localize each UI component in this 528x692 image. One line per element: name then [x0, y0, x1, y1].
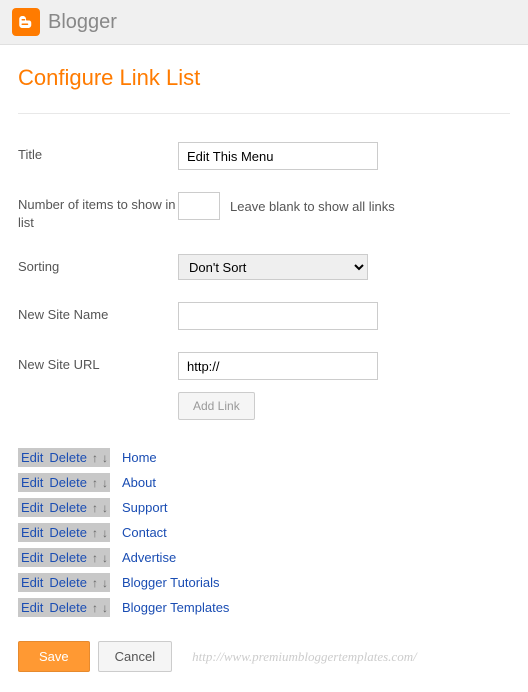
- move-down-icon[interactable]: ↓: [100, 526, 110, 540]
- edit-link[interactable]: Edit: [18, 598, 46, 617]
- app-header: Blogger: [0, 0, 528, 45]
- delete-link[interactable]: Delete: [46, 598, 90, 617]
- title-label: Title: [18, 142, 178, 164]
- move-down-icon[interactable]: ↓: [100, 501, 110, 515]
- site-name-label: New Site Name: [18, 302, 178, 324]
- link-controls: Edit Delete ↑ ↓: [18, 523, 110, 542]
- link-controls: Edit Delete ↑ ↓: [18, 573, 110, 592]
- blogger-logo-icon: [12, 8, 40, 36]
- edit-link[interactable]: Edit: [18, 448, 46, 467]
- move-up-icon[interactable]: ↑: [90, 526, 100, 540]
- delete-link[interactable]: Delete: [46, 473, 90, 492]
- link-row: Edit Delete ↑ ↓ Blogger Tutorials: [18, 573, 510, 592]
- link-row: Edit Delete ↑ ↓ About: [18, 473, 510, 492]
- site-name-input[interactable]: [178, 302, 378, 330]
- delete-link[interactable]: Delete: [46, 498, 90, 517]
- footer-actions: Save Cancel http://www.premiumbloggertem…: [18, 641, 510, 672]
- items-count-label: Number of items to show in list: [18, 192, 178, 232]
- move-up-icon[interactable]: ↑: [90, 601, 100, 615]
- sorting-select[interactable]: Don't Sort: [178, 254, 368, 280]
- link-controls: Edit Delete ↑ ↓: [18, 448, 110, 467]
- items-count-input[interactable]: [178, 192, 220, 220]
- link-row: Edit Delete ↑ ↓ Advertise: [18, 548, 510, 567]
- move-down-icon[interactable]: ↓: [100, 451, 110, 465]
- links-list: Edit Delete ↑ ↓HomeEdit Delete ↑ ↓AboutE…: [18, 448, 510, 617]
- edit-link[interactable]: Edit: [18, 473, 46, 492]
- edit-link[interactable]: Edit: [18, 523, 46, 542]
- save-button[interactable]: Save: [18, 641, 90, 672]
- move-up-icon[interactable]: ↑: [90, 451, 100, 465]
- link-controls: Edit Delete ↑ ↓: [18, 498, 110, 517]
- move-up-icon[interactable]: ↑: [90, 501, 100, 515]
- cancel-button[interactable]: Cancel: [98, 641, 172, 672]
- link-controls: Edit Delete ↑ ↓: [18, 473, 110, 492]
- sorting-label: Sorting: [18, 254, 178, 276]
- link-row: Edit Delete ↑ ↓ Home: [18, 448, 510, 467]
- link-name[interactable]: Home: [122, 450, 157, 465]
- move-up-icon[interactable]: ↑: [90, 476, 100, 490]
- link-name[interactable]: Contact: [122, 525, 167, 540]
- move-up-icon[interactable]: ↑: [90, 551, 100, 565]
- move-up-icon[interactable]: ↑: [90, 576, 100, 590]
- link-controls: Edit Delete ↑ ↓: [18, 598, 110, 617]
- edit-link[interactable]: Edit: [18, 498, 46, 517]
- move-down-icon[interactable]: ↓: [100, 551, 110, 565]
- site-url-input[interactable]: [178, 352, 378, 380]
- link-name[interactable]: Advertise: [122, 550, 176, 565]
- add-link-button[interactable]: Add Link: [178, 392, 255, 420]
- link-row: Edit Delete ↑ ↓ Contact: [18, 523, 510, 542]
- edit-link[interactable]: Edit: [18, 548, 46, 567]
- watermark-text: http://www.premiumbloggertemplates.com/: [192, 649, 417, 665]
- delete-link[interactable]: Delete: [46, 448, 90, 467]
- move-down-icon[interactable]: ↓: [100, 476, 110, 490]
- delete-link[interactable]: Delete: [46, 573, 90, 592]
- link-row: Edit Delete ↑ ↓ Blogger Templates: [18, 598, 510, 617]
- title-input[interactable]: [178, 142, 378, 170]
- move-down-icon[interactable]: ↓: [100, 601, 110, 615]
- delete-link[interactable]: Delete: [46, 548, 90, 567]
- divider: [18, 113, 510, 114]
- site-url-label: New Site URL: [18, 352, 178, 374]
- page-title: Configure Link List: [18, 65, 510, 91]
- move-down-icon[interactable]: ↓: [100, 576, 110, 590]
- link-name[interactable]: Blogger Tutorials: [122, 575, 220, 590]
- edit-link[interactable]: Edit: [18, 573, 46, 592]
- link-controls: Edit Delete ↑ ↓: [18, 548, 110, 567]
- items-count-hint: Leave blank to show all links: [230, 199, 395, 214]
- link-name[interactable]: Blogger Templates: [122, 600, 229, 615]
- delete-link[interactable]: Delete: [46, 523, 90, 542]
- link-name[interactable]: Support: [122, 500, 168, 515]
- link-name[interactable]: About: [122, 475, 156, 490]
- link-row: Edit Delete ↑ ↓ Support: [18, 498, 510, 517]
- brand-name: Blogger: [48, 11, 117, 34]
